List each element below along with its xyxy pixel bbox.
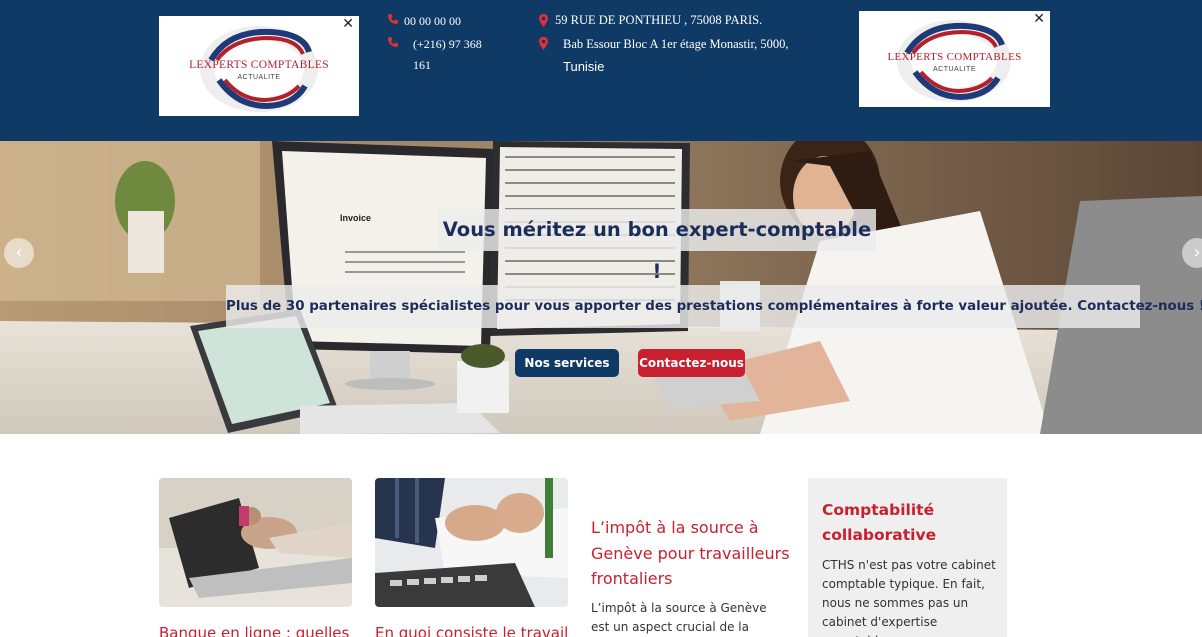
services-button[interactable]: Nos services <box>515 349 619 377</box>
phone-number-2-continued: 161 <box>413 58 431 72</box>
close-icon[interactable]: ✕ <box>1033 11 1045 27</box>
card-image-online-banking[interactable] <box>159 478 352 607</box>
logo-right[interactable]: LEXPERTS COMPTABLES ACTUALITE ✕ <box>859 11 1050 107</box>
logo-subtext: ACTUALITE <box>237 74 281 81</box>
card-image-accounting-work[interactable] <box>375 478 568 607</box>
logo-name: LEXPERTS COMPTABLES <box>887 51 1022 63</box>
address-paris: 59 RUE DE PONTHIEU , 75008 PARIS. <box>555 13 763 27</box>
address-tunisia-country: Tunisie <box>563 59 605 74</box>
hero-slider: Invoice Vous méritez un bon expert-compt… <box>0 141 1202 434</box>
laptop-hands-image <box>159 478 352 607</box>
sidebox-title: Comptabilité collaborative <box>822 501 937 544</box>
contact-button[interactable]: Contactez-nous <box>638 349 745 377</box>
location-pin-icon <box>539 37 548 50</box>
phone-number-2[interactable]: (+216) 97 368 <box>413 37 482 52</box>
logo-left[interactable]: LEXPERTS COMPTABLES ACTUALITE ✕ <box>159 16 359 116</box>
hero-subtitle: Plus de 30 partenaires spécialistes pour… <box>226 285 1202 328</box>
phone-icon <box>388 14 398 24</box>
card-title-online-banking[interactable]: Banque en ligne : quelles <box>159 624 349 637</box>
location-pin-icon <box>539 14 548 27</box>
hero-title: Vous méritez un bon expert-comptable ! <box>438 209 876 283</box>
close-icon[interactable]: ✕ <box>342 16 354 32</box>
article-excerpt: L’impôt à la source à Genève est un aspe… <box>591 601 767 634</box>
sidebox-text: CTHS n'est pas votre cabinet comptable t… <box>822 558 996 637</box>
article-title[interactable]: L’impôt à la source à Genève pour travai… <box>591 515 791 592</box>
collaborative-accounting-box: Comptabilité collaborative CTHS n'est pa… <box>808 478 1007 637</box>
invoice-label: Invoice <box>340 213 371 223</box>
card-title-accounting-work[interactable]: En quoi consiste le travail <box>375 624 568 637</box>
address-tunisia: Bab Essour Bloc A 1er étage Monastir, 50… <box>563 37 789 51</box>
site-header: LEXPERTS COMPTABLES ACTUALITE ✕ 00 00 00… <box>0 0 1202 141</box>
logo-subtext: ACTUALITE <box>932 66 976 73</box>
phone-icon <box>388 37 398 47</box>
slider-prev-arrow-icon[interactable]: ‹ <box>4 238 34 268</box>
calculator-hands-image <box>375 478 568 607</box>
logo-name: LEXPERTS COMPTABLES <box>189 59 329 71</box>
phone-number-1[interactable]: 00 00 00 00 <box>404 14 461 29</box>
